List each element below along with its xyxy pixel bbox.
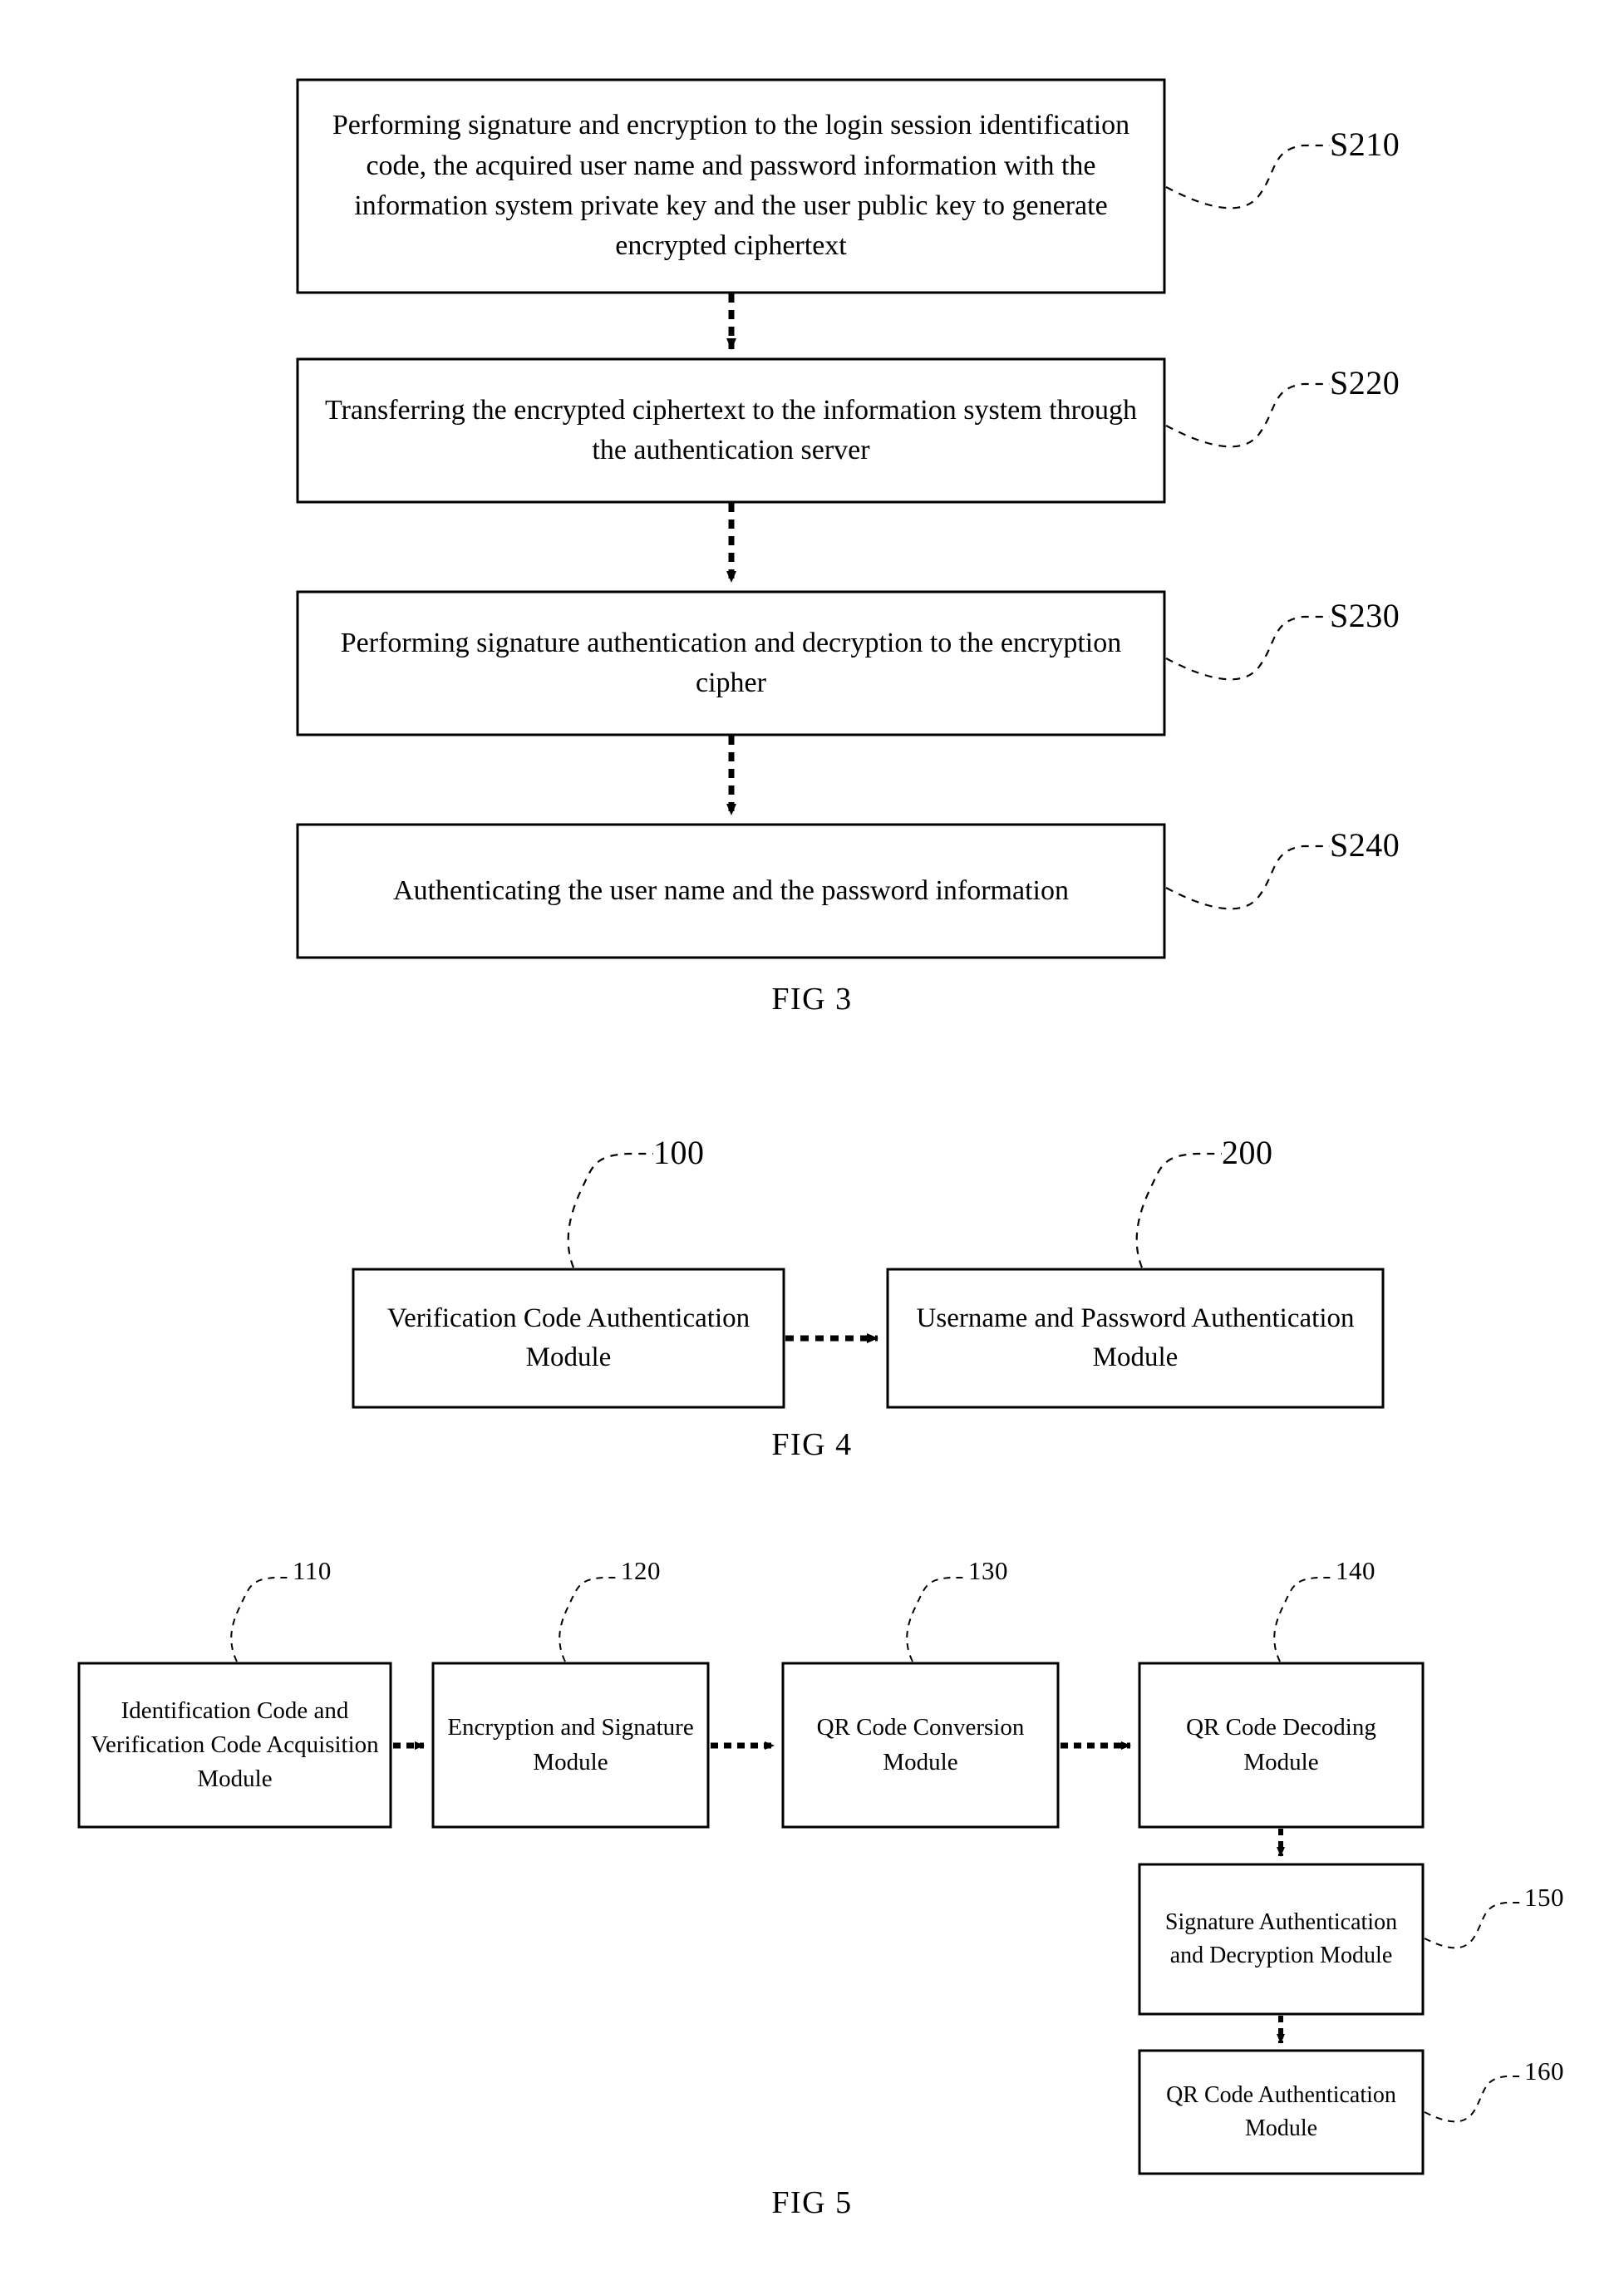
fig3-ref-label-S210: S210 bbox=[1330, 126, 1400, 163]
fig4-block-box-200 bbox=[886, 1268, 1385, 1409]
fig3-step-box-S230 bbox=[296, 590, 1166, 736]
fig5-ref-label-160: 160 bbox=[1524, 2056, 1564, 2086]
fig3-leader-S220 bbox=[1165, 382, 1330, 448]
fig5-ref-label-140: 140 bbox=[1336, 1556, 1375, 1585]
fig3-step-box-S210 bbox=[296, 78, 1166, 294]
fig3-step-box-S240 bbox=[296, 823, 1166, 959]
fig5-leader-110 bbox=[230, 1577, 293, 1662]
fig3-ref-label-S230: S230 bbox=[1330, 597, 1400, 634]
fig3-leader-S240 bbox=[1165, 845, 1330, 910]
fig4-caption: FIG 4 bbox=[771, 1427, 853, 1462]
fig5-ref-label-110: 110 bbox=[293, 1556, 332, 1585]
fig5-ref-label-150: 150 bbox=[1524, 1883, 1564, 1912]
fig4-ref-label-100: 100 bbox=[653, 1134, 705, 1171]
fig5-leader-120 bbox=[559, 1577, 621, 1662]
fig5-block-box-160 bbox=[1138, 2049, 1425, 2175]
fig4-leader-100 bbox=[567, 1152, 653, 1268]
fig3-leader-S230 bbox=[1165, 615, 1330, 681]
fig5-leader-140 bbox=[1273, 1577, 1336, 1662]
fig3-ref-label-S240: S240 bbox=[1330, 826, 1400, 864]
fig3-caption: FIG 3 bbox=[771, 982, 853, 1017]
fig5-block-box-150 bbox=[1138, 1863, 1425, 2016]
fig4-ref-label-200: 200 bbox=[1222, 1134, 1273, 1171]
fig5-block-box-140 bbox=[1138, 1662, 1425, 1829]
fig5-leader-130 bbox=[906, 1577, 968, 1662]
fig3-leader-S210 bbox=[1165, 144, 1330, 209]
fig5-leader-160 bbox=[1424, 2076, 1524, 2123]
fig3-ref-label-S220: S220 bbox=[1330, 364, 1400, 401]
fig5-block-box-110 bbox=[77, 1662, 392, 1829]
fig5-block-box-120 bbox=[431, 1662, 710, 1829]
fig3-step-box-S220 bbox=[296, 357, 1166, 504]
patent-drawing-sheet: Performing signature and encryption to t… bbox=[0, 0, 1624, 2290]
fig5-ref-label-130: 130 bbox=[968, 1556, 1008, 1585]
fig4-block-box-100 bbox=[352, 1268, 785, 1409]
fig5-ref-label-120: 120 bbox=[621, 1556, 661, 1585]
fig5-leader-150 bbox=[1424, 1902, 1524, 1949]
figure-vector-layer bbox=[77, 78, 1524, 2175]
fig5-block-box-130 bbox=[781, 1662, 1060, 1829]
fig4-leader-200 bbox=[1135, 1152, 1222, 1268]
fig5-caption: FIG 5 bbox=[771, 2185, 853, 2220]
